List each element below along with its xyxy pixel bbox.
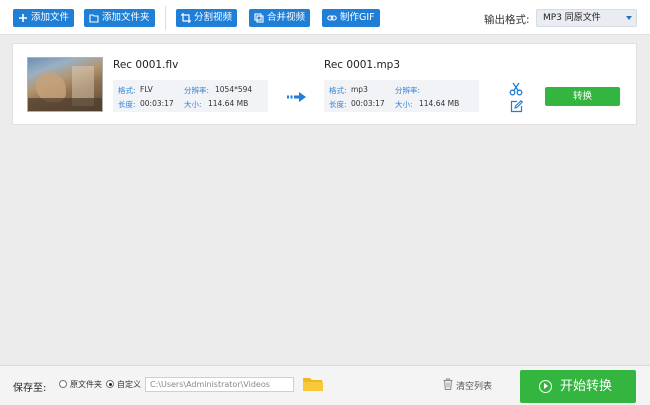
source-file-name: Rec 0001.flv: [113, 59, 179, 71]
convert-button[interactable]: 转换: [545, 87, 620, 106]
edit-icon[interactable]: [510, 100, 523, 113]
target-size-value: 114.64 MB: [419, 99, 460, 108]
merge-video-label: 合并视频: [267, 12, 306, 23]
split-video-button[interactable]: 分割视频: [176, 9, 238, 27]
scissors-icon[interactable]: [509, 82, 523, 96]
file-list-item: Rec 0001.flv 格式: FLV 分辨率: 1054*594 长度: 0…: [12, 43, 637, 125]
source-size-value: 114.64 MB: [208, 99, 249, 108]
link-icon: [327, 13, 337, 23]
convert-arrow-icon: [287, 92, 306, 102]
clear-list-button[interactable]: 清空列表: [456, 379, 492, 392]
folder-icon: [89, 13, 99, 23]
crop-icon: [181, 13, 191, 23]
source-format-key: 格式:: [118, 86, 136, 95]
make-gif-label: 制作GIF: [340, 12, 375, 23]
play-icon: [539, 380, 552, 393]
target-info-box: 格式: mp3 分辨率: 长度: 00:03:17 大小: 114.64 MB: [324, 80, 479, 112]
target-duration-key: 长度:: [329, 100, 347, 109]
split-video-label: 分割视频: [194, 12, 233, 23]
start-convert-button[interactable]: 开始转换: [520, 370, 636, 403]
custom-folder-label: 自定义: [117, 380, 141, 389]
add-file-button[interactable]: 添加文件: [13, 9, 75, 27]
original-folder-radio[interactable]: [59, 380, 67, 388]
original-folder-label: 原文件夹: [70, 380, 102, 389]
bottom-bar: 保存至: 原文件夹 自定义 C:\Users\Administrator\Vid…: [0, 365, 650, 405]
output-format-label: 输出格式:: [484, 14, 530, 26]
source-duration-value: 00:03:17: [140, 99, 174, 108]
output-format-select[interactable]: MP3 同原文件: [536, 9, 637, 27]
trash-icon[interactable]: [443, 378, 453, 390]
target-file-name: Rec 0001.mp3: [324, 59, 401, 71]
toolbar: 添加文件 添加文件夹 分割视频 合并视频 制作GIF 输出格式: MP3 同原文…: [0, 0, 650, 35]
custom-folder-radio[interactable]: [106, 380, 114, 388]
save-to-label: 保存至:: [13, 383, 47, 394]
source-info-box: 格式: FLV 分辨率: 1054*594 长度: 00:03:17 大小: 1…: [113, 80, 268, 112]
source-format-value: FLV: [140, 85, 153, 94]
target-format-key: 格式:: [329, 86, 347, 95]
source-resolution-value: 1054*594: [215, 85, 253, 94]
target-duration-value: 00:03:17: [351, 99, 385, 108]
merge-icon: [254, 13, 264, 23]
chevron-down-icon: [626, 16, 632, 20]
start-convert-label: 开始转换: [560, 379, 613, 394]
source-duration-key: 长度:: [118, 100, 136, 109]
folder-open-icon[interactable]: [303, 376, 323, 392]
output-format-value: MP3 同原文件: [543, 13, 601, 23]
target-size-key: 大小:: [395, 100, 413, 109]
source-resolution-key: 分辨率:: [184, 86, 210, 95]
add-file-label: 添加文件: [31, 12, 70, 23]
video-thumbnail: [27, 57, 103, 112]
make-gif-button[interactable]: 制作GIF: [322, 9, 380, 27]
merge-video-button[interactable]: 合并视频: [249, 9, 311, 27]
plus-icon: [18, 13, 28, 23]
add-folder-label: 添加文件夹: [102, 12, 150, 23]
target-format-value: mp3: [351, 85, 368, 94]
output-path-input[interactable]: C:\Users\Administrator\Videos: [145, 377, 294, 392]
source-size-key: 大小:: [184, 100, 202, 109]
toolbar-divider: [165, 6, 166, 30]
add-folder-button[interactable]: 添加文件夹: [84, 9, 155, 27]
target-resolution-key: 分辨率:: [395, 86, 421, 95]
